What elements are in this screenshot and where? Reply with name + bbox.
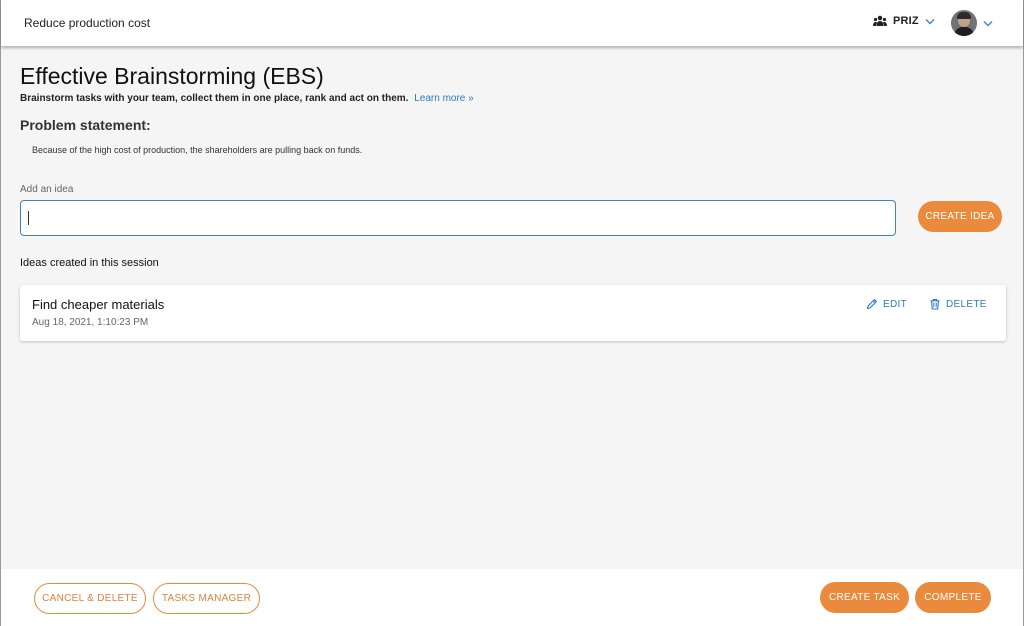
- chevron-down-icon: [983, 20, 993, 26]
- avatar: [951, 10, 977, 36]
- idea-title: Find cheaper materials: [32, 297, 165, 312]
- footer-bar: CANCEL & DELETE TASKS MANAGER CREATE TAS…: [1, 569, 1023, 626]
- team-selector[interactable]: PRIZ: [873, 15, 935, 27]
- delete-label: DELETE: [946, 298, 987, 310]
- create-idea-button[interactable]: CREATE IDEA: [918, 201, 1002, 232]
- problem-statement-text: Because of the high cost of production, …: [32, 145, 363, 155]
- team-name: PRIZ: [893, 15, 919, 27]
- tasks-manager-button[interactable]: TASKS MANAGER: [153, 583, 260, 614]
- learn-more-link[interactable]: Learn more »: [414, 93, 473, 104]
- text-caret: [28, 211, 29, 225]
- idea-timestamp: Aug 18, 2021, 1:10:23 PM: [32, 317, 149, 328]
- project-title: Reduce production cost: [24, 16, 151, 30]
- edit-idea-button[interactable]: EDIT: [866, 298, 907, 310]
- problem-statement-heading: Problem statement:: [20, 117, 151, 133]
- cancel-delete-button[interactable]: CANCEL & DELETE: [34, 583, 146, 614]
- top-header: Reduce production cost PRIZ: [1, 0, 1023, 46]
- create-task-button[interactable]: CREATE TASK: [820, 582, 909, 613]
- subtitle-text: Brainstorm tasks with your team, collect…: [20, 93, 409, 104]
- edit-label: EDIT: [883, 298, 907, 310]
- page-title: Effective Brainstorming (EBS): [20, 63, 324, 89]
- chevron-down-icon: [925, 18, 935, 24]
- complete-button[interactable]: COMPLETE: [915, 582, 991, 613]
- people-group-icon: [873, 15, 887, 26]
- pencil-icon: [866, 298, 878, 310]
- idea-card: Find cheaper materials Aug 18, 2021, 1:1…: [20, 285, 1006, 341]
- trash-icon: [930, 298, 940, 310]
- ideas-heading: Ideas created in this session: [20, 257, 159, 269]
- app-frame: Reduce production cost PRIZ Effective Br…: [0, 0, 1024, 626]
- user-menu[interactable]: [951, 10, 993, 36]
- add-idea-label: Add an idea: [20, 184, 74, 195]
- add-idea-input[interactable]: [20, 200, 896, 236]
- page-subtitle: Brainstorm tasks with your team, collect…: [20, 93, 474, 104]
- delete-idea-button[interactable]: DELETE: [929, 298, 987, 310]
